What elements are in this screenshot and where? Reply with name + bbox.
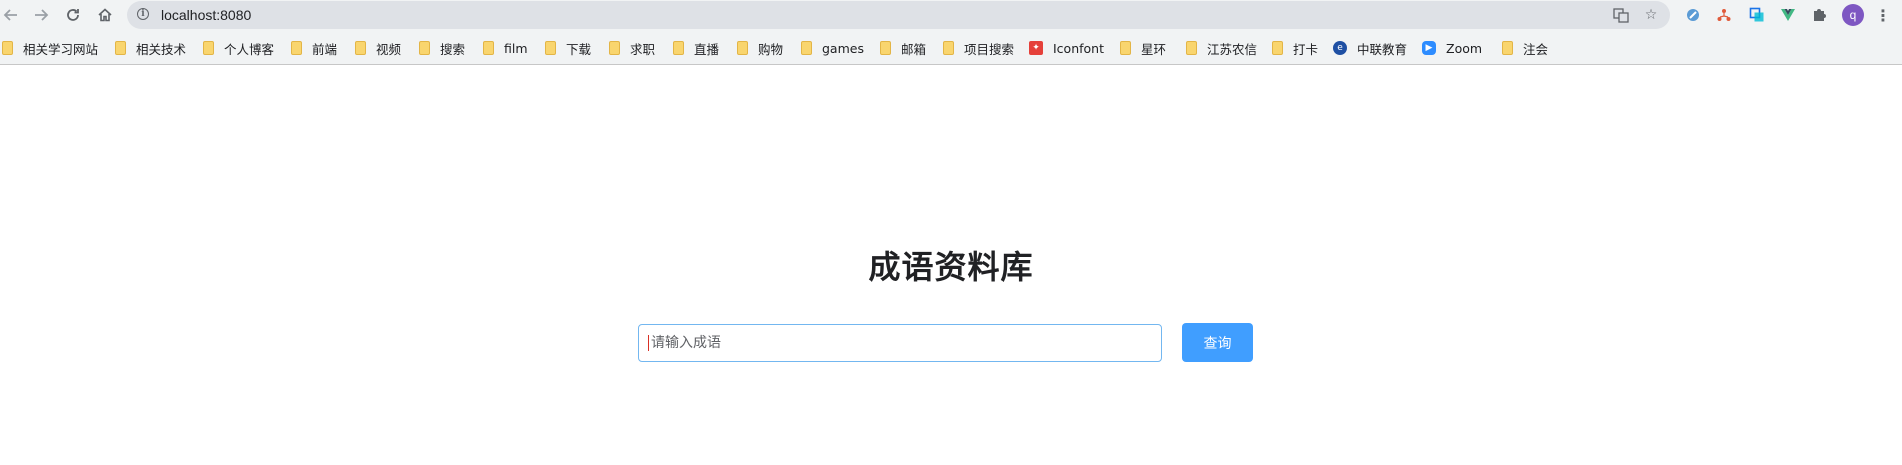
bookmark-item[interactable]: 前端 (291, 39, 337, 57)
folder-icon (1272, 41, 1283, 55)
page-title: 成语资料库 (868, 248, 1034, 286)
extension-org-icon[interactable] (1714, 5, 1734, 25)
bookmark-item[interactable]: 相关技术 (115, 39, 186, 57)
bookmark-item[interactable]: 相关学习网站 (2, 39, 98, 57)
bookmark-item[interactable]: 购物 (737, 39, 783, 57)
browser-toolbar: i localhost:8080 ☆ q ⋮ (0, 0, 1902, 30)
folder-icon (203, 41, 214, 55)
profile-avatar[interactable]: q (1842, 4, 1864, 26)
folder-icon (355, 41, 366, 55)
home-icon[interactable] (94, 4, 116, 26)
bookmark-item[interactable]: 视频 (355, 39, 401, 57)
folder-icon (673, 41, 684, 55)
extension-screenshot-icon[interactable] (1747, 5, 1767, 25)
bookmark-item[interactable]: film (483, 39, 528, 57)
browser-menu-icon[interactable]: ⋮ (1875, 4, 1891, 26)
bookmark-item[interactable]: ✦ Iconfont (1029, 39, 1104, 57)
reload-icon[interactable] (62, 4, 84, 26)
folder-icon (1120, 41, 1131, 55)
folder-icon (609, 41, 620, 55)
bookmark-item[interactable]: games (801, 39, 864, 57)
folder-icon (1502, 41, 1513, 55)
folder-icon (801, 41, 812, 55)
bookmark-item[interactable]: 打卡 (1272, 39, 1318, 57)
url-text: localhost:8080 (161, 7, 252, 23)
bookmark-item[interactable]: 邮箱 (880, 39, 926, 57)
extensions-puzzle-icon[interactable] (1809, 5, 1829, 25)
bookmark-item[interactable]: 下载 (545, 39, 591, 57)
folder-icon (291, 41, 302, 55)
bookmark-item[interactable]: 个人博客 (203, 39, 274, 57)
text-caret (648, 335, 649, 351)
folder-icon (419, 41, 430, 55)
search-button[interactable]: 查询 (1182, 323, 1253, 362)
idiom-search-input[interactable] (638, 324, 1162, 362)
folder-icon (1186, 41, 1197, 55)
forward-arrow-icon[interactable] (30, 4, 52, 26)
bookmarks-bar: 相关学习网站 相关技术 个人博客 前端 视频 搜索 film 下载 求职 直播 … (0, 30, 1902, 65)
folder-icon (943, 41, 954, 55)
extension-blue-icon[interactable] (1683, 5, 1703, 25)
bookmark-item[interactable]: 求职 (609, 39, 655, 57)
zoom-favicon-icon: ▶ (1422, 41, 1436, 55)
bookmark-item[interactable]: e 中联教育 (1333, 39, 1407, 57)
address-bar[interactable]: i localhost:8080 ☆ (127, 1, 1670, 29)
vue-devtools-icon[interactable] (1778, 5, 1798, 25)
folder-icon (115, 41, 126, 55)
iconfont-favicon-icon: ✦ (1029, 41, 1043, 55)
site-info-icon[interactable]: i (137, 8, 149, 20)
bookmark-item[interactable]: 搜索 (419, 39, 465, 57)
bookmark-item[interactable]: 项目搜索 (943, 39, 1014, 57)
folder-icon (483, 41, 494, 55)
bookmark-item[interactable]: 直播 (673, 39, 719, 57)
bookmark-item[interactable]: ▶ Zoom (1422, 39, 1482, 57)
zhonglian-favicon-icon: e (1333, 41, 1347, 55)
bookmark-item[interactable]: 注会 (1502, 39, 1548, 57)
translate-icon[interactable] (1612, 6, 1630, 24)
bookmark-item[interactable]: 星环 (1120, 39, 1166, 57)
folder-icon (545, 41, 556, 55)
folder-icon (737, 41, 748, 55)
bookmark-item[interactable]: 江苏农信 (1186, 39, 1257, 57)
folder-icon (880, 41, 891, 55)
back-arrow-icon[interactable] (0, 4, 22, 26)
bookmark-star-icon[interactable]: ☆ (1642, 6, 1660, 24)
folder-icon (2, 41, 13, 55)
